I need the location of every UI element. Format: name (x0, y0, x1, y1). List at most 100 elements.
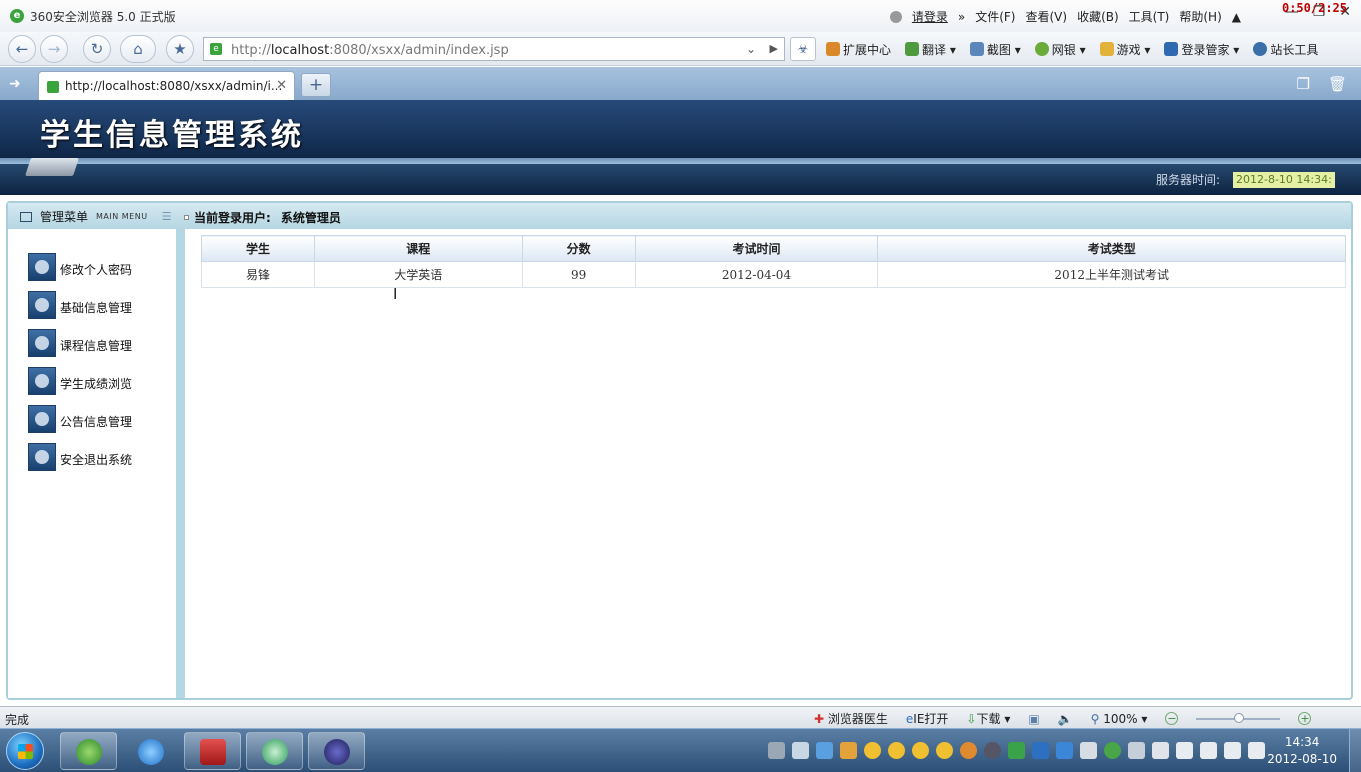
taskbar-eclipse[interactable] (308, 732, 365, 770)
taskbar-360-browser[interactable] (60, 732, 117, 770)
column-header-student: 学生 (201, 235, 315, 262)
tab-admin-index[interactable]: http://localhost:8080/xsxx/admin/i... ✕ (38, 71, 295, 100)
sidebar-toggle-icon[interactable]: ➜ (9, 76, 21, 92)
tray-pin-icon[interactable] (1152, 742, 1169, 759)
restore-tabs-icon[interactable]: ❐ (1297, 75, 1310, 93)
speaker-icon[interactable] (1248, 742, 1265, 759)
zoom-out-button[interactable]: − (1165, 712, 1179, 725)
home-button[interactable]: ⌂ (120, 35, 156, 63)
login-link[interactable]: 请登录 (912, 8, 948, 25)
qq-away-icon[interactable] (960, 742, 977, 759)
download-button[interactable]: ⇩下载 ▾ (966, 710, 1010, 727)
security-shield-button[interactable]: ☣ (790, 37, 816, 61)
taskbar-globe-app[interactable] (246, 732, 303, 770)
taskbar-ie[interactable] (122, 732, 179, 770)
tray-note-icon[interactable] (1080, 742, 1097, 759)
qq-icon[interactable] (864, 742, 881, 759)
refresh-button[interactable]: ↻ (83, 35, 111, 63)
games-button[interactable]: 游戏 ▾ (1099, 41, 1150, 58)
admin-menu-icon (28, 405, 56, 433)
table-header-row: 学生 课程 分数 考试时间 考试类型 (201, 235, 1346, 262)
translate-button[interactable]: 翻译 ▾ (905, 41, 956, 58)
tray-green-icon[interactable] (1008, 742, 1025, 759)
menu-help[interactable]: 帮助(H) (1179, 8, 1221, 25)
tray-sync-icon[interactable] (1104, 742, 1121, 759)
game-icon (1099, 42, 1114, 56)
frame-header: 管理菜单 MAIN MENU ☰ 当前登录用户: 系统管理员 (8, 203, 1351, 229)
login-manager-button[interactable]: 登录管家 ▾ (1164, 41, 1239, 58)
cell-course: 大学英语 (313, 261, 523, 288)
browser-doctor-button[interactable]: ✚ 浏览器医生 (814, 710, 888, 727)
screenshot-button[interactable]: 截图 ▾ (969, 41, 1021, 58)
sidebar-item-label: 修改个人密码 (60, 263, 133, 277)
menu-tools[interactable]: 工具(T) (1129, 8, 1170, 25)
tray-blue-icon[interactable] (1032, 742, 1049, 759)
tab-favicon-icon (47, 81, 59, 93)
address-bar[interactable]: e http://localhost:8080/xsxx/admin/index… (203, 37, 785, 61)
show-desktop-button[interactable] (1349, 729, 1361, 772)
admin-menu-icon (28, 329, 56, 357)
tray-window-icon[interactable] (792, 742, 809, 759)
tray-plug-icon[interactable] (1200, 742, 1217, 759)
new-tab-button[interactable]: + (301, 73, 331, 97)
start-button[interactable] (6, 732, 44, 770)
url-host: localhost (270, 43, 330, 58)
sidebar-item-score-browse[interactable]: 学生成绩浏览 (28, 367, 178, 395)
menu-view[interactable]: 查看(V) (1025, 8, 1067, 25)
admin-sidebar: 修改个人密码 基础信息管理 课程信息管理 学生成绩浏览 公告信息管理 安全退出系… (8, 229, 185, 698)
tray-network-icon[interactable] (816, 742, 833, 759)
online-bank-button[interactable]: 网银 ▾ (1034, 41, 1086, 58)
skin-shirt-icon[interactable]: ▲ (1232, 10, 1241, 24)
extension-center-button[interactable]: 扩展中心 (826, 41, 891, 58)
zoom-in-button[interactable]: + (1298, 712, 1312, 725)
address-url[interactable]: http://localhost:8080/xsxx/admin/index.j… (231, 43, 509, 58)
sidebar-item-change-password[interactable]: 修改个人密码 (28, 253, 178, 281)
menu-favorites[interactable]: 收藏(B) (1077, 8, 1119, 25)
tray-device-icon[interactable] (1128, 742, 1145, 759)
monitor-graphic-icon (25, 158, 79, 176)
sidebar-item-logout[interactable]: 安全退出系统 (28, 443, 178, 471)
flag-icon[interactable] (1176, 742, 1193, 759)
toolbar-label: 游戏 (1116, 43, 1141, 57)
sidebar-item-course-info[interactable]: 课程信息管理 (28, 329, 178, 357)
toolbar-label: 站长工具 (1270, 43, 1319, 57)
zoom-level: 100% (1103, 711, 1138, 726)
zoom-slider-handle[interactable] (1234, 712, 1245, 723)
cell-student: 易锋 (201, 261, 315, 288)
ie-open-button[interactable]: eIE打开 (906, 710, 949, 727)
go-play-icon[interactable]: ▶ (770, 42, 778, 55)
zoom-level-button[interactable]: ⚲ 100% ▾ (1091, 712, 1148, 726)
taskbar-clock[interactable]: 14:34 2012-08-10 (1267, 734, 1337, 768)
menu-file[interactable]: 文件(F) (975, 8, 1015, 25)
page-favicon-icon: e (210, 43, 222, 55)
webmaster-tools-button[interactable]: 站长工具 (1253, 41, 1318, 58)
sidebar-item-label: 公告信息管理 (60, 415, 133, 429)
window-mode-icon[interactable]: ▣ (1028, 712, 1039, 726)
status-tool-label: IE打开 (913, 712, 949, 726)
security-shield-icon[interactable] (1056, 742, 1073, 759)
cell-exam-type: 2012上半年测试考试 (877, 261, 1346, 288)
screenshot-icon (969, 42, 984, 56)
network-icon[interactable] (1224, 742, 1241, 759)
qq-icon[interactable] (912, 742, 929, 759)
server-time-label: 服务器时间: (1156, 173, 1221, 187)
zoom-slider[interactable] (1196, 712, 1281, 723)
star-icon: ★ (173, 40, 187, 58)
forward-button[interactable]: → (40, 35, 68, 63)
sidebar-item-notice-info[interactable]: 公告信息管理 (28, 405, 178, 433)
keyboard-icon[interactable] (768, 742, 785, 759)
qq-icon[interactable] (936, 742, 953, 759)
url-prefix: http:// (231, 43, 271, 58)
back-button[interactable]: ← (8, 35, 36, 63)
taskbar-toolbox[interactable] (184, 732, 241, 770)
volume-icon[interactable]: 🔈 (1058, 712, 1073, 726)
tray-bird-icon[interactable] (984, 742, 1001, 759)
ie-icon (138, 739, 164, 765)
tab-close-icon[interactable]: ✕ (276, 78, 287, 93)
tray-people-icon[interactable] (840, 742, 857, 759)
chevron-down-icon[interactable]: ⌄ (746, 42, 756, 56)
trash-icon[interactable]: 🗑 (1328, 75, 1347, 93)
sidebar-item-basic-info[interactable]: 基础信息管理 (28, 291, 178, 319)
favorite-star-button[interactable]: ★ (166, 35, 194, 63)
qq-icon[interactable] (888, 742, 905, 759)
